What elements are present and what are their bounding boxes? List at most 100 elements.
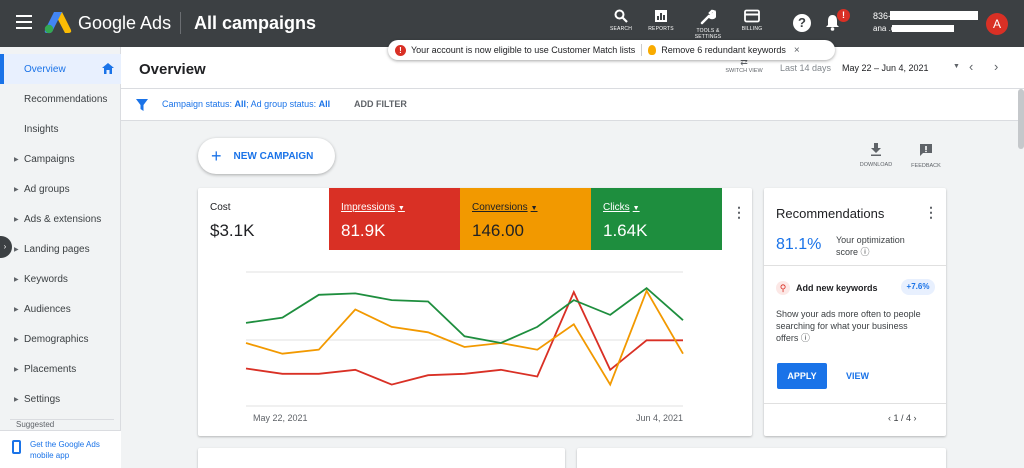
active-filters[interactable]: Campaign status: All; Ad group status: A… — [162, 99, 330, 109]
sidebar-item-overview[interactable]: Overview — [0, 54, 121, 84]
chevron-right-icon[interactable]: › — [914, 413, 917, 423]
metric-value: 1.64K — [603, 221, 648, 240]
sidebar-item-keywords[interactable]: ▶ Keywords — [0, 264, 121, 294]
sidebar-item-label: Audiences — [24, 303, 71, 315]
avatar[interactable]: A — [986, 13, 1008, 35]
sidebar-item-campaigns[interactable]: ▶ Campaigns — [0, 144, 121, 174]
billing-icon — [744, 9, 760, 23]
recommendation-title: Add new keywords — [796, 283, 878, 293]
reports-icon — [655, 10, 667, 22]
sidebar-item-recommendations[interactable]: Recommendations — [0, 84, 121, 114]
billing-tool-button[interactable]: BILLING — [732, 9, 772, 32]
menu-icon[interactable] — [16, 15, 32, 29]
chevron-left-icon[interactable]: ‹ — [888, 413, 891, 423]
conversions-series-line — [245, 288, 684, 387]
filter-icon[interactable] — [136, 99, 148, 111]
expand-arrow-icon: ▶ — [14, 186, 19, 193]
tools-settings-button[interactable]: TOOLS & SETTINGS — [688, 9, 728, 40]
redaction-bar — [892, 25, 954, 32]
sidebar-item-landing-pages[interactable]: ▶ Landing pages — [0, 234, 121, 264]
expand-arrow-icon: ▶ — [14, 216, 19, 223]
x-axis-end-label: Jun 4, 2021 — [636, 413, 683, 423]
metric-name: Conversions — [472, 202, 528, 213]
performance-chart-card: Cost $3.1K Impressions ▼ 81.9K Conversion… — [198, 188, 752, 436]
close-icon[interactable]: × — [794, 45, 800, 56]
reports-tool-label: REPORTS — [648, 26, 674, 32]
sidebar-item-label: Placements — [24, 363, 77, 375]
optimization-score-label: Your optimization score ⓘ — [836, 234, 926, 258]
mobile-app-promo[interactable]: Get the Google Ads mobile app — [0, 430, 121, 468]
redaction-bar — [890, 11, 978, 20]
divider — [764, 265, 946, 266]
lightbulb-icon — [648, 45, 657, 55]
line-chart: May 22, 2021 Jun 4, 2021 — [245, 271, 684, 423]
download-button[interactable]: DOWNLOAD — [856, 143, 896, 168]
mobile-app-link[interactable]: Get the Google Ads mobile app — [30, 439, 110, 461]
dropdown-arrow-icon: ▼ — [632, 205, 640, 212]
help-icon[interactable]: ⓘ — [801, 333, 810, 343]
sidebar-item-demographics[interactable]: ▶ Demographics — [0, 324, 121, 354]
page-heading: Overview — [139, 61, 206, 78]
scrollbar[interactable] — [1018, 89, 1024, 149]
notification-message[interactable]: Your account is now eligible to use Cust… — [411, 45, 635, 55]
recommendation-description-text: Show your ads more often to people searc… — [776, 309, 921, 343]
new-campaign-button[interactable]: + NEW CAMPAIGN — [198, 138, 335, 174]
feedback-button[interactable]: FEEDBACK — [906, 143, 946, 169]
chevron-left-icon[interactable]: ‹ — [969, 59, 973, 74]
sidebar: Overview Recommendations Insights ▶ Campa… — [0, 47, 121, 468]
new-campaign-label: NEW CAMPAIGN — [233, 150, 314, 162]
google-ads-logo — [44, 12, 72, 34]
wrench-icon — [700, 9, 716, 25]
metric-tile-cost[interactable]: Cost $3.1K — [198, 188, 329, 250]
dropdown-arrow-icon[interactable]: ▼ — [953, 63, 960, 70]
sidebar-item-label: Demographics — [24, 333, 89, 345]
home-icon — [102, 63, 114, 74]
plus-icon: + — [211, 145, 222, 166]
sidebar-item-placements[interactable]: ▶ Placements — [0, 354, 121, 384]
feedback-label: FEEDBACK — [911, 163, 941, 169]
help-icon[interactable]: ? — [793, 14, 811, 32]
sidebar-item-ads-extensions[interactable]: ▶ Ads & extensions — [0, 204, 121, 234]
filter-bar: Campaign status: All; Ad group status: A… — [121, 89, 1024, 121]
bottom-card — [577, 448, 946, 468]
search-tool-button[interactable]: SEARCH — [601, 9, 641, 32]
sidebar-item-settings[interactable]: ▶ Settings — [0, 384, 121, 414]
sidebar-item-audiences[interactable]: ▶ Audiences — [0, 294, 121, 324]
metric-name: Clicks — [603, 202, 630, 213]
notification-badge: ! — [837, 9, 850, 22]
metric-tile-impressions[interactable]: Impressions ▼ 81.9K — [329, 188, 460, 250]
score-label-text: Your optimization score — [836, 235, 905, 257]
sidebar-item-insights[interactable]: Insights — [0, 114, 121, 144]
more-options-icon[interactable]: ⋮ — [924, 204, 938, 221]
view-button[interactable]: VIEW — [846, 371, 869, 381]
keyword-search-icon: ⚲ — [776, 281, 790, 295]
expand-arrow-icon: ▶ — [14, 396, 19, 403]
bottom-card — [198, 448, 565, 468]
clicks-series-line — [245, 286, 684, 344]
page-indicator: 1 / 4 — [893, 413, 912, 423]
download-label: DOWNLOAD — [859, 162, 893, 168]
notification-message[interactable]: Remove 6 redundant keywords — [661, 45, 786, 55]
expand-arrow-icon: ▶ — [14, 276, 19, 283]
chevron-right-icon[interactable]: › — [994, 59, 998, 74]
pagination: ‹ 1 / 4 › — [888, 413, 917, 423]
search-icon — [614, 9, 628, 23]
sidebar-item-label: Insights — [24, 123, 59, 135]
sidebar-item-label: Recommendations — [24, 93, 108, 105]
metric-name: Impressions — [341, 202, 395, 213]
help-icon[interactable]: ⓘ — [861, 247, 870, 257]
more-options-icon[interactable]: ⋮ — [732, 204, 746, 221]
account-id: 836- — [873, 11, 892, 21]
add-filter-button[interactable]: ADD FILTER — [354, 99, 407, 109]
metric-tile-clicks[interactable]: Clicks ▼ 1.64K — [591, 188, 722, 250]
date-preset[interactable]: Last 14 days — [780, 63, 831, 73]
notification-divider — [641, 44, 643, 56]
metric-tile-conversions[interactable]: Conversions ▼ 146.00 — [460, 188, 591, 250]
apply-button[interactable]: APPLY — [777, 363, 827, 389]
sidebar-item-ad-groups[interactable]: ▶ Ad groups — [0, 174, 121, 204]
error-icon: ! — [395, 44, 406, 56]
date-range[interactable]: May 22 – Jun 4, 2021 — [842, 63, 929, 73]
filter-value: All — [234, 99, 247, 109]
dropdown-arrow-icon: ▼ — [530, 205, 538, 212]
reports-tool-button[interactable]: REPORTS — [641, 9, 681, 32]
